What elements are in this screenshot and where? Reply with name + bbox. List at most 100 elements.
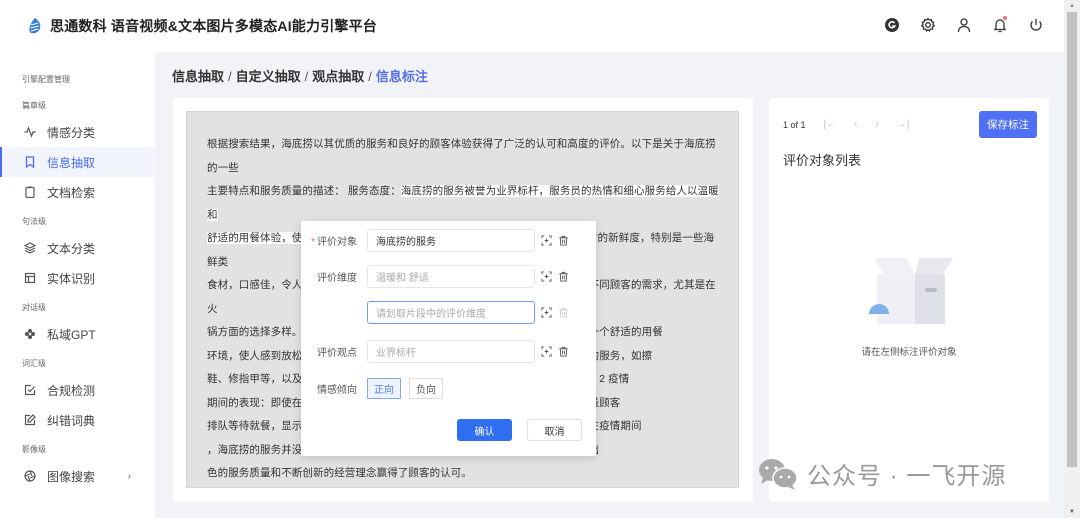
evaluation-dimension-input[interactable]: 温暖和 舒适 (367, 264, 535, 288)
sidebar-group-label: 对话级 (22, 303, 46, 312)
select-region-icon[interactable] (541, 270, 552, 282)
save-annotation-button[interactable]: 保存标注 (979, 111, 1037, 138)
field-evaluation-dimension-new: 请划取片段中的评价维度 (301, 300, 596, 324)
clipboard-icon (24, 186, 36, 198)
evaluation-target-input[interactable]: 海底捞的服务 (367, 228, 535, 252)
sidebar-item-image-search[interactable]: 图像搜索 › (0, 461, 155, 491)
field-label: 评价观点 (317, 347, 357, 359)
required-marker: * (311, 236, 315, 248)
breadcrumb-item[interactable]: 观点抽取 (312, 69, 364, 84)
field-evaluation-opinion: 评价观点 业界标杆 (301, 339, 596, 363)
edit-icon (24, 414, 36, 426)
document-segment: 主要特点和服务质量的描述： 服务态度： (207, 185, 401, 197)
sidebar-item-entity-recognition[interactable]: 实体识别 (0, 263, 155, 293)
prev-page-icon[interactable]: ‹ (854, 119, 857, 130)
sidebar: 引擎配置管理 篇章级 情感分类 信息抽取 文档检索 句法级 文本分类 实体识别 … (0, 52, 155, 518)
page-indicator: 1 of 1 (783, 119, 806, 130)
layers-icon (24, 242, 36, 254)
scrollbar-thumb[interactable] (1067, 12, 1077, 467)
field-evaluation-dimension: 评价维度 温暖和 舒适 (301, 264, 596, 288)
bookmark-icon (24, 156, 36, 168)
github-icon[interactable] (883, 16, 900, 33)
sidebar-item-label: 信息抽取 (47, 155, 96, 170)
activity-icon (24, 126, 36, 138)
openai-icon (24, 328, 36, 340)
scroll-down-icon[interactable]: ▼ (1069, 509, 1075, 515)
scroll-up-icon[interactable]: ▲ (1069, 3, 1075, 9)
sidebar-item-label: 私域GPT (47, 327, 96, 342)
cancel-button[interactable]: 取消 (527, 419, 582, 441)
empty-state-text: 请在左侧标注评价对象 (861, 347, 957, 358)
sidebar-item-sentiment[interactable]: 情感分类 (0, 117, 155, 147)
select-region-icon[interactable] (541, 306, 552, 318)
trash-icon[interactable] (558, 271, 569, 282)
sidebar-item-correction-dict[interactable]: 纠错词典 (0, 405, 155, 435)
app-logo-icon (29, 18, 41, 34)
breadcrumb-separator: / (368, 69, 372, 84)
check-square-icon (24, 384, 36, 396)
evaluation-list-panel: 1 of 1 |← ‹ › →| 保存标注 评价对象列表 请在左侧标注评价对象 (769, 98, 1049, 502)
breadcrumb-current: 信息标注 (375, 69, 428, 84)
watermark: 公众号 · 一飞开源 (757, 456, 1006, 491)
last-page-icon[interactable]: →| (897, 119, 910, 130)
user-icon[interactable] (955, 16, 972, 33)
sidebar-item-label: 合规检测 (47, 383, 96, 398)
next-page-icon[interactable]: › (875, 119, 878, 130)
sidebar-group-label: 影像级 (22, 445, 46, 454)
first-page-icon[interactable]: |← (824, 119, 837, 130)
sidebar-item-label: 文本分类 (47, 241, 96, 256)
sidebar-section-engine-config: 引擎配置管理 (22, 75, 70, 84)
trash-icon[interactable] (558, 346, 569, 357)
watermark-text: 公众号 · 一飞开源 (807, 463, 1007, 490)
sentiment-positive-toggle[interactable]: 正向 (367, 377, 401, 399)
layout-icon (24, 272, 36, 284)
breadcrumb-item[interactable]: 自定义抽取 (236, 69, 301, 84)
wechat-icon (759, 458, 798, 490)
page-scrollbar[interactable]: ▲ ▼ (1064, 0, 1080, 518)
sidebar-group-label: 篇章级 (22, 101, 46, 110)
notification-dot (1003, 16, 1007, 20)
trash-icon[interactable] (558, 235, 569, 246)
sidebar-item-label: 图像搜索 (47, 469, 96, 484)
breadcrumb-separator: / (304, 69, 309, 84)
empty-box-icon (869, 258, 953, 324)
sidebar-item-label: 实体识别 (47, 271, 96, 286)
document-line: 主要特点和服务质量的描述： 服务态度：海底捞的服务被誉为业界标杆，服务员的热情和… (207, 180, 722, 227)
evaluation-opinion-input[interactable]: 业界标杆 (367, 339, 535, 363)
gear-icon[interactable] (919, 16, 936, 33)
sidebar-item-label: 情感分类 (47, 125, 96, 140)
sidebar-item-label: 纠错词典 (47, 413, 96, 428)
breadcrumb-item[interactable]: 信息抽取 (172, 69, 224, 84)
sidebar-item-compliance-check[interactable]: 合规检测 (0, 375, 155, 405)
app-title: 思通数科 语音视频&文本图片多模态AI能力引擎平台 (50, 18, 377, 34)
document-line: 根据搜索结果，海底捞以其优质的服务和良好的顾客体验获得了广泛的认可和高度的评价。… (207, 138, 716, 174)
sentiment-negative-toggle[interactable]: 负向 (409, 377, 443, 399)
power-icon[interactable] (1027, 16, 1044, 33)
sidebar-group-label: 词汇级 (22, 359, 46, 368)
select-region-icon[interactable] (541, 234, 552, 246)
bell-icon[interactable] (991, 16, 1008, 33)
field-label: 情感倾向 (317, 384, 357, 396)
breadcrumb-separator: / (228, 69, 232, 84)
sidebar-item-label: 文档检索 (47, 185, 96, 200)
trash-icon (558, 307, 569, 318)
select-region-icon[interactable] (541, 345, 552, 357)
confirm-button[interactable]: 确认 (457, 419, 512, 441)
field-evaluation-target: * 评价对象 海底捞的服务 (301, 228, 596, 252)
sidebar-item-private-gpt[interactable]: 私域GPT (0, 319, 155, 349)
list-title: 评价对象列表 (783, 153, 862, 168)
field-label: 评价对象 (317, 236, 357, 248)
annotation-dialog: * 评价对象 海底捞的服务 评价维度 温暖和 舒适 请划取片段中的评价维度 评价观… (301, 221, 596, 456)
top-header: 思通数科 语音视频&文本图片多模态AI能力引擎平台 (0, 0, 1064, 52)
breadcrumb: 信息抽取 / 自定义抽取 / 观点抽取 / 信息标注 (172, 66, 428, 85)
sidebar-item-doc-search[interactable]: 文档检索 (0, 177, 155, 207)
sidebar-item-text-classification[interactable]: 文本分类 (0, 233, 155, 263)
sidebar-group-label: 句法级 (22, 217, 46, 226)
aperture-icon (24, 470, 36, 482)
chevron-right-icon: › (127, 470, 131, 482)
evaluation-dimension-new-input[interactable]: 请划取片段中的评价维度 (367, 300, 535, 324)
pager: 1 of 1 |← ‹ › →| (783, 119, 909, 130)
sidebar-item-info-extraction[interactable]: 信息抽取 (0, 147, 155, 177)
field-sentiment: 情感倾向 正向 负向 (301, 376, 596, 400)
document-line: 色的服务质量和不断创新的经营理念赢得了顾客的认可。 (207, 467, 472, 479)
